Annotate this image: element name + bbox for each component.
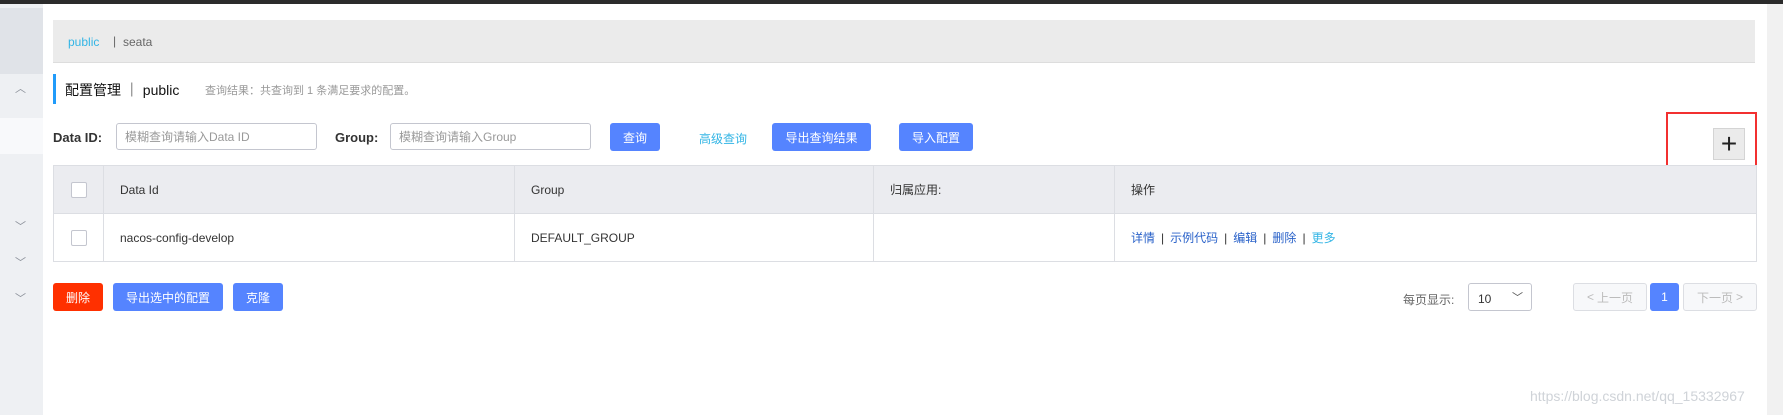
sidebar-item-active[interactable] bbox=[0, 118, 43, 154]
namespace-public-link[interactable]: public bbox=[68, 35, 99, 49]
chevron-down-icon[interactable]: ﹀ bbox=[15, 254, 26, 270]
chevron-up-icon[interactable]: ︿ bbox=[15, 80, 26, 96]
row-checkbox[interactable] bbox=[70, 229, 87, 246]
chevron-right-icon: > bbox=[1736, 290, 1744, 304]
title-accent bbox=[53, 74, 56, 104]
column-header-operations: 操作 bbox=[1114, 165, 1757, 214]
page-size-select[interactable]: 10 ﹀ bbox=[1468, 283, 1532, 311]
plus-icon[interactable]: + bbox=[1713, 128, 1745, 160]
next-page-button[interactable]: 下一页 > bbox=[1683, 283, 1757, 311]
query-button[interactable]: 查询 bbox=[610, 123, 660, 151]
namespace-separator: | bbox=[113, 34, 117, 48]
export-selected-button[interactable]: 导出选中的配置 bbox=[113, 283, 223, 311]
prev-page-button[interactable]: < 上一页 bbox=[1573, 283, 1647, 311]
column-header-data-id: Data Id bbox=[103, 165, 515, 214]
query-result-hint: 查询结果：共查询到 1 条满足要求的配置。 bbox=[205, 85, 416, 97]
config-table: Data Id Group 归属应用: 操作 nacos-config-deve… bbox=[53, 165, 1757, 262]
row-checkbox-cell bbox=[53, 213, 104, 262]
select-all-checkbox[interactable] bbox=[70, 181, 87, 198]
namespace-bar: public | seata bbox=[53, 20, 1755, 63]
chevron-down-icon[interactable]: ﹀ bbox=[15, 218, 26, 234]
cell-group: DEFAULT_GROUP bbox=[514, 213, 874, 262]
sidebar: ︿ ﹀ ﹀ ﹀ bbox=[0, 4, 43, 415]
namespace-seata-link[interactable]: seata bbox=[123, 35, 152, 49]
page-size-value: 10 bbox=[1478, 292, 1492, 306]
chevron-down-icon[interactable]: ﹀ bbox=[15, 290, 26, 306]
page-1-button[interactable]: 1 bbox=[1650, 283, 1679, 311]
data-id-input[interactable] bbox=[116, 123, 317, 150]
column-header-app: 归属应用: bbox=[873, 165, 1115, 214]
advanced-query-link[interactable]: 高级查询 bbox=[699, 130, 747, 147]
select-all-cell bbox=[53, 165, 104, 214]
sample-code-link[interactable]: 示例代码 bbox=[1170, 231, 1218, 245]
more-link[interactable]: 更多 bbox=[1312, 231, 1336, 245]
column-header-group: Group bbox=[514, 165, 874, 214]
page-title: 配置管理 ｜ public bbox=[65, 82, 180, 98]
table-footer: 删除 导出选中的配置 克隆 每页显示: 10 ﹀ < 上一页 1 下一页 > bbox=[53, 282, 1757, 312]
edit-link[interactable]: 编辑 bbox=[1233, 231, 1257, 245]
chevron-down-icon: ﹀ bbox=[1512, 292, 1523, 304]
clone-button[interactable]: 克隆 bbox=[233, 283, 283, 311]
cell-app bbox=[873, 213, 1115, 262]
cell-data-id: nacos-config-develop bbox=[103, 213, 515, 262]
watermark: https://blog.csdn.net/qq_15332967 bbox=[1530, 388, 1745, 404]
data-id-label: Data ID: bbox=[53, 130, 103, 145]
detail-link[interactable]: 详情 bbox=[1131, 231, 1155, 245]
delete-link[interactable]: 删除 bbox=[1272, 231, 1296, 245]
import-config-button[interactable]: 导入配置 bbox=[899, 123, 973, 151]
chevron-left-icon: < bbox=[1586, 290, 1594, 304]
top-bar bbox=[0, 0, 1783, 4]
group-input[interactable] bbox=[390, 123, 591, 150]
table-row: nacos-config-develop DEFAULT_GROUP 详情 | 示例… bbox=[53, 213, 1757, 262]
page-size-label: 每页显示: bbox=[1403, 293, 1455, 307]
sidebar-header bbox=[0, 8, 43, 74]
batch-delete-button[interactable]: 删除 bbox=[53, 283, 103, 311]
group-label: Group: bbox=[335, 130, 379, 145]
export-results-button[interactable]: 导出查询结果 bbox=[772, 123, 871, 151]
table-header-row: Data Id Group 归属应用: 操作 bbox=[53, 165, 1757, 214]
cell-operations: 详情 | 示例代码 | 编辑 | 删除 | 更多 bbox=[1114, 213, 1757, 262]
scrollbar[interactable] bbox=[1767, 4, 1783, 415]
search-form: Data ID: Group: 查询 高级查询 导出查询结果 导入配置 bbox=[53, 121, 1753, 153]
